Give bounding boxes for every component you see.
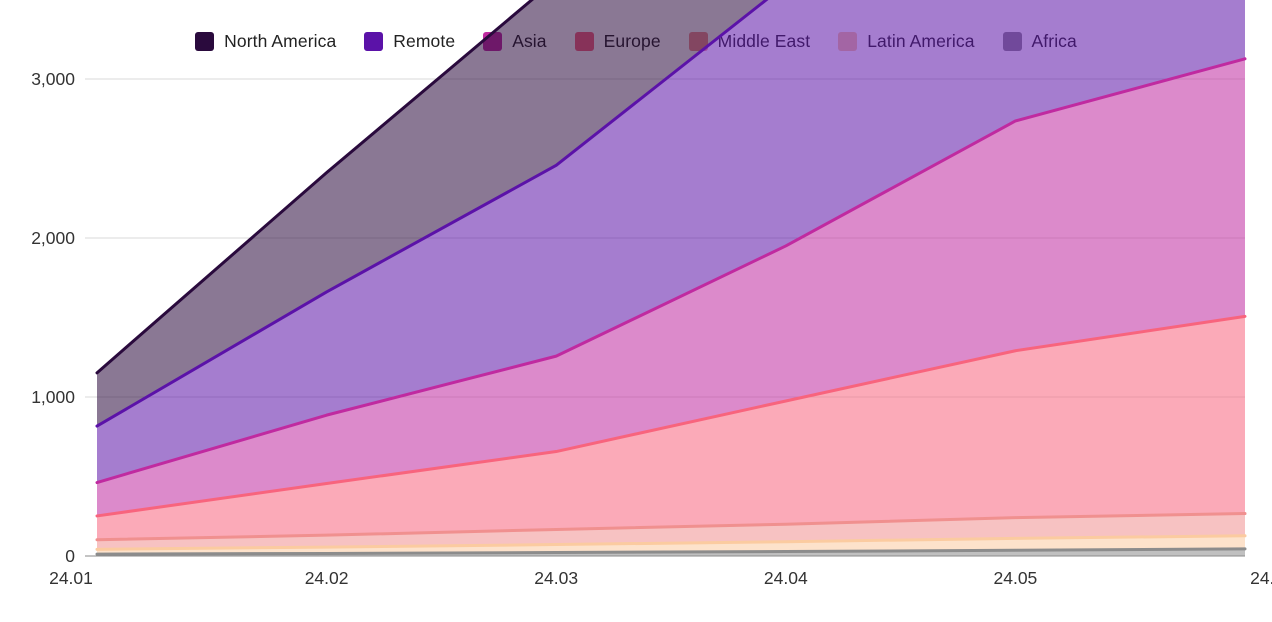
y-axis-tick-label: 2,000: [31, 228, 75, 248]
chart-svg: 01,0002,0003,000 24.01 24.02 24.03 24.04 24.…: [31, 0, 1272, 588]
y-axis-tick-label: 1,000: [31, 387, 75, 407]
x-axis-tick-label: 24.03: [534, 568, 578, 588]
x-axis-tick-label: 24.01: [49, 568, 93, 588]
x-axis-tick-label: 24.06: [1250, 568, 1272, 588]
y-axis-tick-label: 0: [65, 546, 75, 566]
y-axis-tick-label: 3,000: [31, 69, 75, 89]
y-axis-ticks-group: 0 1,000 2,000 3,000: [31, 69, 75, 566]
chart-plot-area: 0 1,000 2,000 3,000 24.01 24.02 24.03 24.04 24.…: [0, 0, 1272, 622]
x-axis-ticks-group: 24.01 24.02 24.03 24.04 24.05 24.06: [49, 568, 1272, 588]
x-axis-tick-label: 24.05: [994, 568, 1038, 588]
x-axis-tick-label: 24.04: [764, 568, 808, 588]
series-areas-group: [95, 0, 1247, 556]
stacked-area-chart: North AmericaRemoteAsiaEuropeMiddle East…: [0, 0, 1272, 622]
x-axis-tick-label: 24.02: [305, 568, 349, 588]
